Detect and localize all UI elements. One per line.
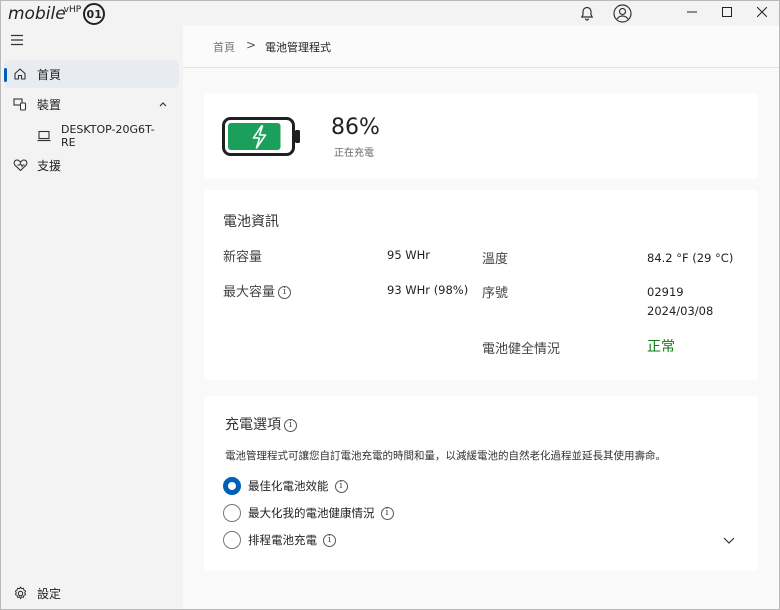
battery-percentage: 86% — [331, 115, 380, 140]
title-bar: mobile vHP 01 — [0, 0, 780, 26]
radio-maximize-health[interactable]: 最大化我的電池健康情況 i — [223, 503, 394, 523]
info-icon[interactable]: i — [380, 506, 394, 520]
sidebar-item-devices[interactable]: 裝置 — [4, 90, 179, 118]
laptop-icon — [37, 130, 51, 142]
radio-button[interactable] — [223, 477, 241, 495]
battery-status-card: 86% 正在充電 — [204, 93, 758, 179]
temperature-value: 84.2 °F (29 °C) — [647, 251, 734, 265]
max-capacity-value: 93 WHr (98%) — [387, 283, 469, 297]
new-capacity-value: 95 WHr — [387, 248, 431, 262]
serial-value: 02919 — [647, 285, 684, 299]
sidebar-item-device[interactable]: DESKTOP-20G6T-RE — [4, 123, 179, 153]
radio-label: 最大化我的電池健康情況 — [248, 506, 375, 520]
info-icon[interactable]: i — [323, 533, 336, 547]
radio-button[interactable] — [223, 504, 241, 522]
health-status: 正常 — [647, 339, 675, 355]
battery-info-card: 電池資訊 新容量 95 WHr 最大容量 i 93 WHr (98%) 溫度 84… — [204, 190, 758, 380]
breadcrumb-home-link[interactable]: 首頁 — [213, 39, 235, 55]
battery-info-title: 電池資訊 — [223, 214, 279, 230]
minimize-button[interactable] — [672, 0, 712, 24]
maximize-button[interactable] — [707, 0, 747, 24]
temperature-label: 溫度 — [482, 252, 509, 267]
charging-options-card: 充電選項 i 電池管理程式可讓您自訂電池充電的時間和量，以減緩電池的自然老化過程並… — [204, 396, 758, 571]
serial-label: 序號 — [482, 286, 509, 301]
max-capacity-label-text: 最大容量 — [223, 285, 276, 300]
sidebar-item-label: 支援 — [37, 158, 62, 173]
page-title: 電池管理程式 — [265, 41, 331, 54]
chevron-up-icon[interactable] — [157, 98, 169, 110]
device-name: DESKTOP-20G6T-RE — [61, 123, 155, 149]
sidebar-item-support[interactable]: 支援 — [4, 151, 179, 179]
info-icon[interactable]: i — [284, 418, 297, 432]
sidebar: 首頁 裝置 DESKTOP-20G6T-RE 支援 設定 — [0, 26, 183, 610]
chevron-right-icon: > — [246, 38, 257, 52]
account-icon[interactable] — [612, 3, 632, 23]
max-capacity-label: 最大容量 i — [223, 281, 292, 300]
health-label: 電池健全情況 — [482, 342, 561, 357]
radio-label: 最佳化電池效能 — [248, 479, 329, 493]
sidebar-item-label: 裝置 — [37, 97, 62, 112]
breadcrumb: 首頁 > 電池管理程式 — [183, 26, 779, 68]
sidebar-item-label: 首頁 — [37, 67, 62, 82]
devices-icon — [13, 97, 27, 111]
battery-charging-icon — [222, 117, 302, 157]
info-icon[interactable]: i — [334, 479, 348, 493]
gear-icon — [13, 586, 28, 601]
charging-options-title: 充電選項 i — [225, 414, 297, 434]
sidebar-item-home[interactable]: 首頁 — [4, 60, 179, 88]
hamburger-menu-icon[interactable] — [10, 34, 26, 48]
bell-icon[interactable] — [577, 3, 597, 23]
home-icon — [13, 67, 27, 81]
sidebar-item-settings[interactable]: 設定 — [4, 580, 179, 608]
radio-label: 排程電池充電 — [248, 533, 317, 547]
main-content: 首頁 > 電池管理程式 86% 正在充電 電池資訊 新容量 95 WHr 最大容… — [183, 26, 779, 610]
sidebar-item-label: 設定 — [37, 587, 62, 601]
chevron-down-icon[interactable] — [722, 534, 736, 544]
charging-status: 正在充電 — [334, 148, 374, 159]
serial-date: 2024/03/08 — [647, 304, 714, 318]
logo-text: mobile — [8, 4, 66, 24]
logo-circle: 01 — [83, 3, 106, 25]
active-indicator — [4, 68, 7, 82]
close-button[interactable] — [742, 0, 780, 24]
charging-options-title-text: 充電選項 — [225, 417, 281, 433]
new-capacity-label: 新容量 — [223, 250, 263, 265]
info-icon[interactable]: i — [278, 286, 292, 299]
support-icon — [13, 158, 28, 172]
charging-options-description: 電池管理程式可讓您自訂電池充電的時間和量，以減緩電池的自然老化過程並延長其使用壽… — [225, 450, 666, 462]
radio-optimize-performance[interactable]: 最佳化電池效能 i — [223, 476, 348, 496]
radio-button[interactable] — [223, 531, 241, 549]
radio-schedule-charging[interactable]: 排程電池充電 i — [223, 530, 336, 550]
logo-sup: vHP — [63, 5, 82, 15]
